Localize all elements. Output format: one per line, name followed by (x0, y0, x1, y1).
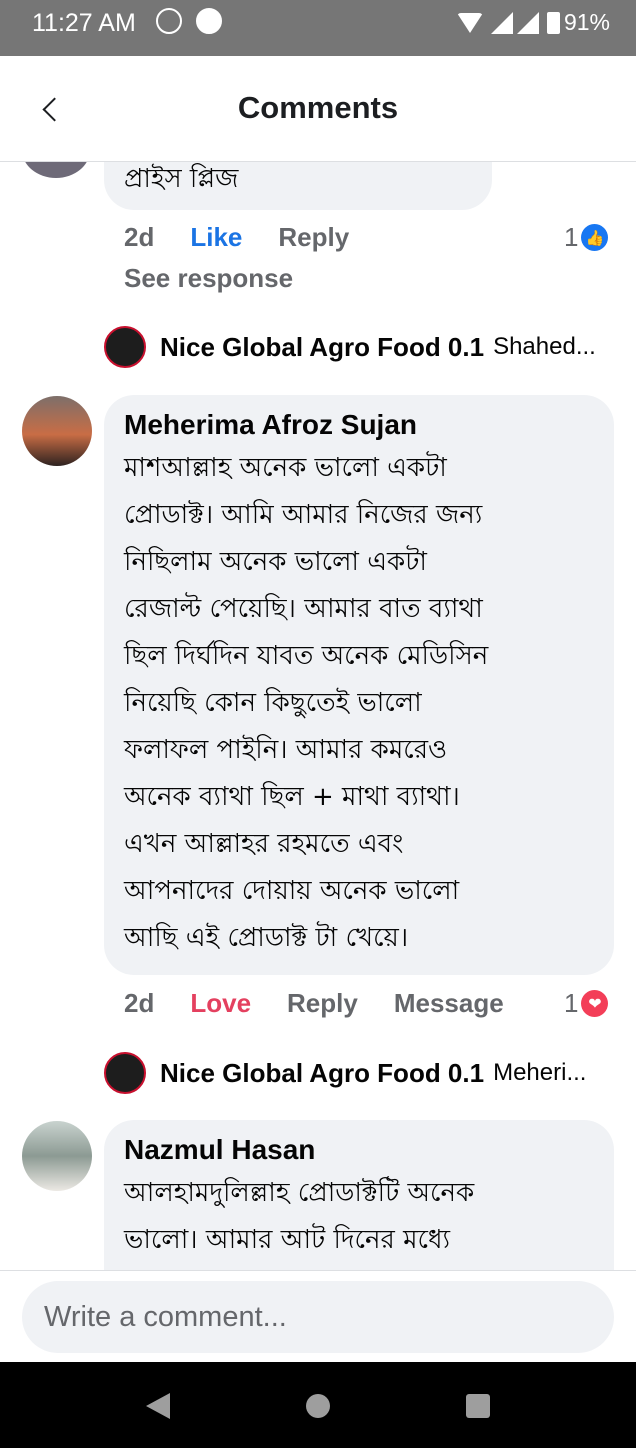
reaction-count-value: 1 (564, 222, 579, 252)
love-button[interactable]: Love (190, 988, 251, 1019)
status-indicators: 91% (456, 9, 610, 36)
comment-actions: 2d Like Reply (124, 222, 385, 253)
comment-line: ছিল দির্ঘদিন যাবত অনেক মেডিসিন (124, 641, 489, 671)
battery-icon (546, 11, 560, 34)
reply-button[interactable]: Reply (287, 988, 358, 1019)
reaction-count-value: 1 (564, 988, 579, 1018)
nav-recents-icon[interactable] (466, 1394, 490, 1418)
reaction-count[interactable]: 1 👍 (564, 222, 609, 253)
avatar[interactable] (22, 396, 92, 466)
comment-line: প্রোডাক্ট। আমি আমার নিজের জন্য (124, 500, 483, 530)
comment-line: রেজাল্ট পেয়েছি। আমার বাত ব্যাথা (124, 594, 483, 624)
avatar[interactable] (22, 162, 90, 178)
signal-icon-2 (516, 11, 539, 34)
comment-line: আলহামদুলিল্লাহ প্রোডাক্টটি অনেক (124, 1178, 475, 1208)
comment-text: প্রাইস প্লিজ (124, 164, 239, 194)
status-bar: 11:27 AM 91% (0, 0, 636, 56)
comment-line: মাশআল্লাহ অনেক ভালো একটা (124, 453, 447, 483)
message-button[interactable]: Message (394, 988, 504, 1019)
nav-back-icon[interactable] (146, 1393, 170, 1419)
comment-line: ফলাফল পাইনি। আমার কমরেও (124, 735, 448, 765)
comment-line: নিয়েছি কোন কিছুতেই ভালো (124, 688, 422, 718)
page-avatar (104, 1052, 146, 1094)
comment-bubble: Nazmul Hasan আলহামদুলিল্লাহ প্রোডাক্টটি … (104, 1120, 614, 1270)
comment-author[interactable]: Meherima Afroz Sujan (124, 409, 417, 441)
reply-preview[interactable]: Nice Global Agro Food 0.1 Meheri... (104, 1052, 586, 1094)
comment-actions: 2d Love Reply Message (124, 988, 540, 1019)
nav-home-icon[interactable] (306, 1394, 330, 1418)
see-response-link[interactable]: See response (124, 263, 293, 294)
comment-line: আপনাদের দোয়ায় অনেক ভালো (124, 876, 460, 906)
reply-snippet: Shahed... (493, 333, 596, 360)
messenger-icon (196, 8, 222, 34)
comment-line: ভালো। আমার আট দিনের মধ্যে (124, 1225, 451, 1255)
comment-line: নিছিলাম অনেক ভালো একটা (124, 547, 427, 577)
reply-snippet: Meheri... (493, 1059, 587, 1086)
comment-body: মাশআল্লাহ অনেক ভালো একটা প্রোডাক্ট। আমি … (124, 445, 488, 962)
reply-button[interactable]: Reply (278, 222, 349, 253)
status-time: 11:27 AM (32, 9, 136, 37)
reply-preview[interactable]: Nice Global Agro Food 0.1 Shahed... (104, 326, 596, 368)
page-avatar (104, 326, 146, 368)
comment-author[interactable]: Nazmul Hasan (124, 1134, 315, 1166)
comments-list[interactable]: প্রাইস প্লিজ 2d Like Reply 1 👍 See respo… (0, 162, 636, 1270)
like-button[interactable]: Like (190, 222, 242, 253)
comment-composer (0, 1270, 636, 1362)
comment-input[interactable] (22, 1281, 614, 1353)
signal-icon (490, 11, 513, 34)
comment-time: 2d (124, 222, 155, 252)
page-title: Comments (237, 90, 399, 125)
reply-author: Nice Global Agro Food 0.1 (160, 331, 485, 362)
reply-author: Nice Global Agro Food 0.1 (160, 1057, 485, 1088)
like-icon: 👍 (581, 224, 609, 251)
header: Comments (0, 56, 636, 162)
comment-line: অনেক ব্যাথা ছিল + মাথা ব্যাথা। (124, 782, 460, 812)
comment-bubble: প্রাইস প্লিজ (104, 162, 492, 210)
battery-level: 91% (563, 9, 610, 35)
comment-line: আছি এই প্রোডাক্ট টা খেয়ে। (124, 923, 409, 953)
comment-time: 2d (124, 988, 155, 1018)
comment-line: এখন আল্লাহর রহমতে এবং (124, 829, 404, 859)
comment-body: আলহামদুলিল্লাহ প্রোডাক্টটি অনেক ভালো। আম… (124, 1170, 474, 1264)
reaction-count[interactable]: 1 ❤ (564, 988, 609, 1019)
comment-bubble: Meherima Afroz Sujan মাশআল্লাহ অনেক ভালো… (104, 395, 614, 975)
wifi-icon (456, 12, 483, 33)
avatar[interactable] (22, 1121, 92, 1191)
heart-icon: ❤ (581, 990, 609, 1017)
data-saver-icon (156, 8, 182, 34)
navigation-bar (0, 1362, 636, 1448)
